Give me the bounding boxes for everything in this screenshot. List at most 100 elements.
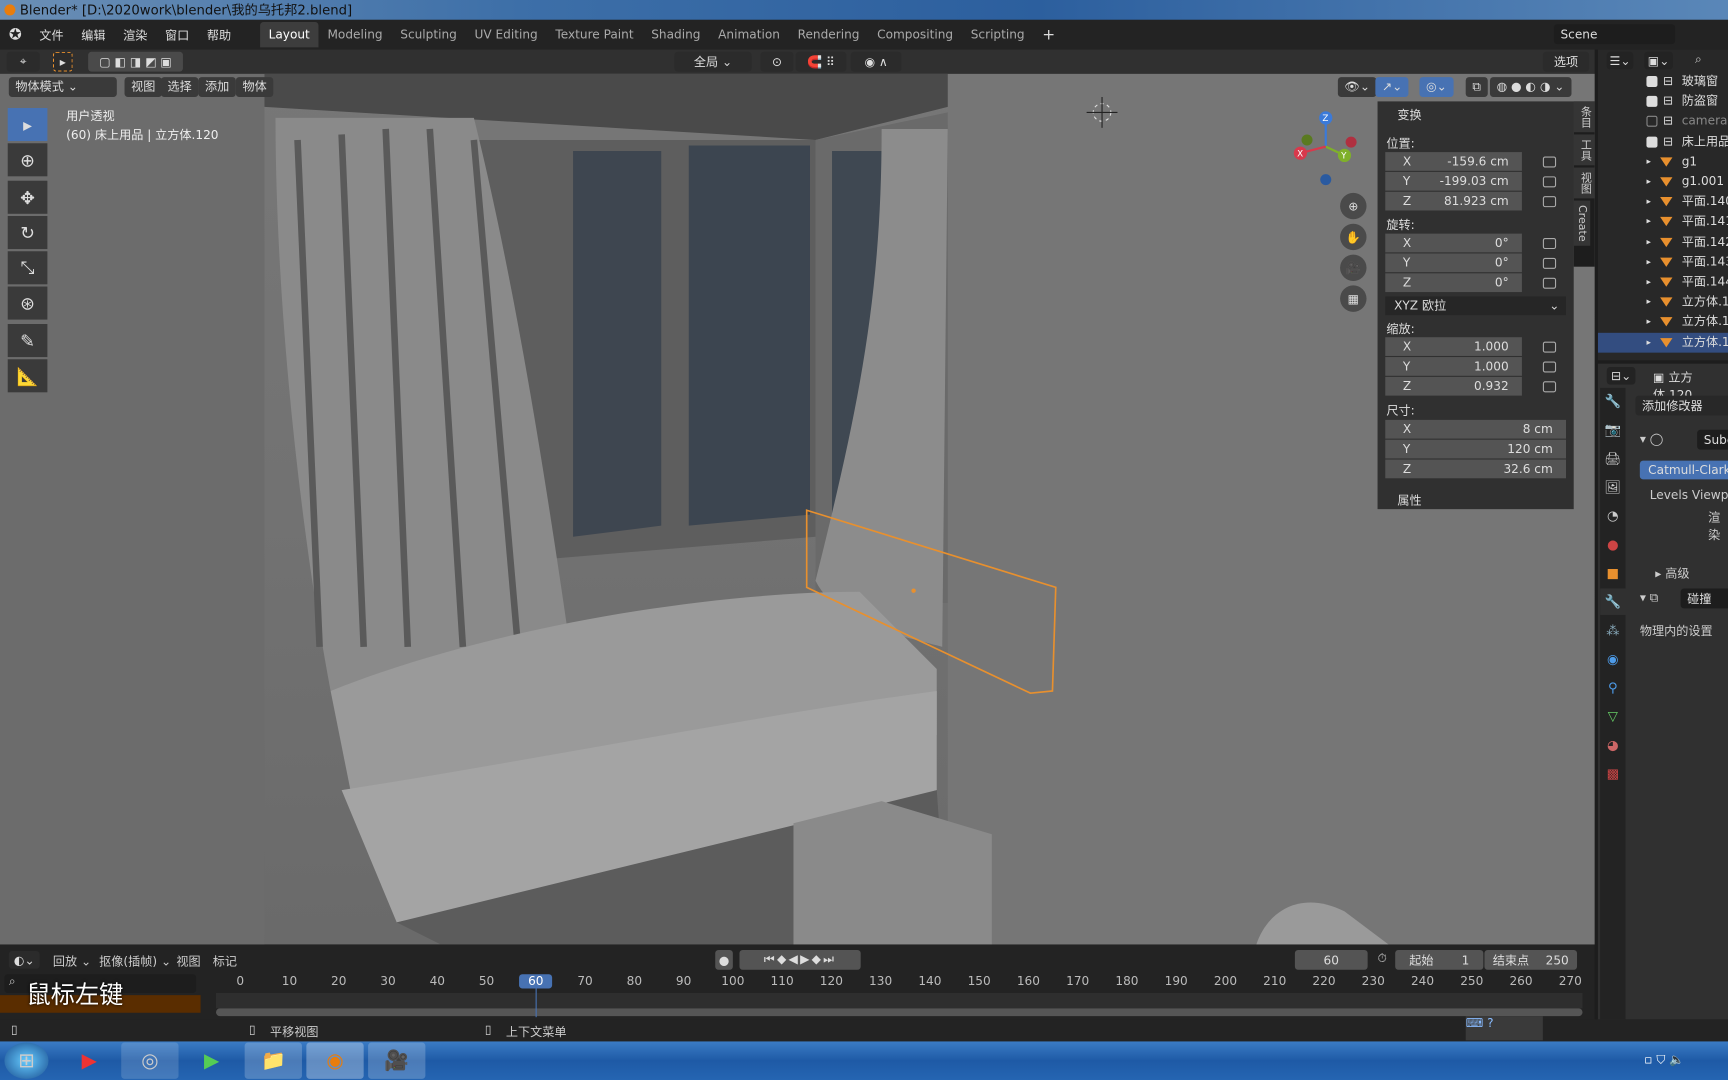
lock-icon[interactable] [1542,156,1557,168]
scale-tool-icon[interactable]: ⤡ [7,251,48,285]
mode-dropdown[interactable]: 物体模式 ⌄ [8,77,117,97]
particles-tab-icon[interactable]: ⁂ [1600,617,1625,643]
outliner-item[interactable]: ▸ 立方体.12 [1597,332,1728,353]
tab-uv-editing[interactable]: UV Editing [466,22,547,47]
expand-arrow-icon[interactable]: ▸ [1646,152,1650,172]
visibility-dropdown[interactable]: 👁⌄ [1337,77,1377,97]
expand-arrow-icon[interactable]: ▸ [1646,292,1650,312]
editor-type-button[interactable]: ⌖ [6,51,40,72]
outliner-item[interactable]: ▸ 平面.142 [1598,232,1728,252]
blender-menu-icon[interactable]: ✪ [0,26,31,44]
menu-edit[interactable]: 编辑 [72,26,114,44]
outliner-item[interactable]: ▸ g1.001 [1598,172,1728,192]
move-tool-icon[interactable]: ✥ [7,180,48,214]
camera-view-icon[interactable]: 🎥 [1340,254,1367,282]
file-explorer-app-icon[interactable]: 📁 [244,1042,302,1079]
screen-recorder-app-icon[interactable]: 🎥 [368,1042,426,1079]
outliner-item[interactable]: ⊟ camera [1598,112,1728,132]
blender-app-icon[interactable]: ◉ [306,1042,364,1079]
lock-icon[interactable] [1542,257,1557,269]
search-icon[interactable]: ⌕ [1695,52,1702,67]
dimension-x-field[interactable]: X8 cm [1385,419,1566,439]
checkbox-checked[interactable] [1646,76,1658,88]
outliner-item[interactable]: ▸ 平面.144 [1598,272,1728,292]
expand-arrow-icon[interactable]: ▸ [1646,252,1650,272]
object-tab-icon[interactable]: ■ [1600,560,1625,586]
display-mode-dropdown[interactable]: ▣⌄ [1644,51,1673,70]
end-frame-field[interactable]: 结束点 250 [1484,949,1578,970]
video-player-app-icon[interactable]: ▶ [183,1043,240,1079]
lock-icon[interactable] [1542,196,1557,208]
youku-app-icon[interactable]: ▶ [64,1043,115,1079]
tab-modeling[interactable]: Modeling [319,22,392,47]
tab-compositing[interactable]: Compositing [868,22,962,47]
lock-icon[interactable] [1542,361,1557,373]
catmull-clark-button[interactable]: Catmull-Clark [1639,460,1728,480]
expand-arrow-icon[interactable]: ▸ [1646,272,1650,292]
tab-scripting[interactable]: Scripting [962,22,1034,47]
proportional-edit-toggle[interactable]: ◉ ∧ [850,51,902,72]
outliner-item[interactable]: ⊟ 玻璃窗 [1598,72,1728,92]
scale-z-field[interactable]: Z 0.932 [1385,376,1522,396]
current-frame-field[interactable]: 60 [1294,949,1368,970]
render-tab-icon[interactable]: 📷 [1600,417,1625,443]
transform-header[interactable]: 变换 [1397,106,1421,124]
location-y-field[interactable]: Y -199.03 cm [1385,171,1522,191]
tab-animation[interactable]: Animation [709,22,788,47]
tab-tool[interactable]: 工具 [1573,134,1595,166]
menu-playback[interactable]: 回放 ⌄ [53,952,91,970]
menu-select[interactable]: 选择 [160,77,199,97]
physics-tab-icon[interactable]: ◉ [1600,646,1625,672]
properties-editor-type[interactable]: ⊟⌄ [1606,366,1636,385]
start-button[interactable]: ⊞ [4,1042,49,1079]
outliner-item[interactable]: ▸ g1 [1598,152,1728,172]
menu-view[interactable]: 视图 [124,77,162,97]
tab-layout[interactable]: Layout [259,22,319,48]
lock-icon[interactable] [1542,277,1557,289]
rotation-mode-dropdown[interactable]: XYZ 欧拉 ⌄ [1385,296,1566,316]
location-z-field[interactable]: Z 81.923 cm [1385,191,1522,211]
menu-timeline-view[interactable]: 视图 [176,952,200,970]
output-tab-icon[interactable]: 🖨 [1600,445,1625,471]
tab-texture-paint[interactable]: Texture Paint [547,22,643,47]
checkbox-checked[interactable] [1646,136,1658,148]
stopwatch-icon[interactable]: ⏱ [1378,951,1387,966]
rotation-y-field[interactable]: Y 0° [1385,253,1522,273]
outliner-item[interactable]: ▸ 平面.140 [1598,192,1728,212]
menu-render[interactable]: 渲染 [114,26,156,44]
lock-icon[interactable] [1542,341,1557,353]
timeline-grid[interactable] [215,992,1583,1009]
outliner-item[interactable]: ▸ 立方体.11 [1598,312,1728,332]
tool-tab-icon[interactable]: 🔧 [1600,388,1625,414]
select-box-tool-icon[interactable]: ▸ [7,107,48,142]
tab-view[interactable]: 视图 [1573,167,1595,199]
scene-tab-icon[interactable]: ◔ [1600,503,1625,529]
tab-item[interactable]: 条目 [1573,101,1595,133]
tab-rendering[interactable]: Rendering [789,22,869,47]
rotation-z-field[interactable]: Z 0° [1385,273,1522,293]
xray-toggle[interactable]: ⧉ [1465,77,1488,97]
menu-file[interactable]: 文件 [31,26,73,44]
expand-arrow-icon[interactable]: ▸ [1646,312,1650,332]
outliner-item[interactable]: ▸ 平面.143 [1598,252,1728,272]
ime-toolbar[interactable]: ⌨ ? [1465,1016,1543,1041]
expand-arrow-icon[interactable]: ▸ [1646,172,1650,192]
playback-controls[interactable]: ⏮◆◀▶◆⏭ [739,949,861,970]
3d-viewport[interactable]: 物体模式 ⌄ 视图 选择 添加 物体 👁⌄ ↗⌄ ◎⌄ ⧉ ◍ ● ◐ ◑ ⌄ … [0,73,1595,945]
location-x-field[interactable]: X -159.6 cm [1385,152,1522,171]
tab-create[interactable]: Create [1573,200,1591,247]
checkbox-unchecked[interactable] [1646,116,1658,128]
modifier-collision-header[interactable]: ▾ ⧉ [1640,591,1659,606]
navigation-gizmo[interactable]: Z Y X [1289,107,1362,186]
menu-keying[interactable]: 抠像(插帧) ⌄ [99,952,171,970]
start-frame-field[interactable]: 起始 1 [1395,949,1484,970]
data-tab-icon[interactable]: ▽ [1600,703,1625,729]
select-tool-icon[interactable]: ▸ [52,51,73,72]
menu-help[interactable]: 帮助 [198,26,240,44]
menu-add[interactable]: 添加 [198,77,236,97]
timeline-editor-type[interactable]: ◐⌄ [8,951,40,969]
snap-toggle[interactable]: 🧲 ⠿ [795,51,847,72]
rotation-x-field[interactable]: X 0° [1385,233,1522,253]
add-modifier-dropdown[interactable]: 添加修改器 [1635,395,1728,416]
pivot-dropdown[interactable]: ⊙ [760,51,794,72]
